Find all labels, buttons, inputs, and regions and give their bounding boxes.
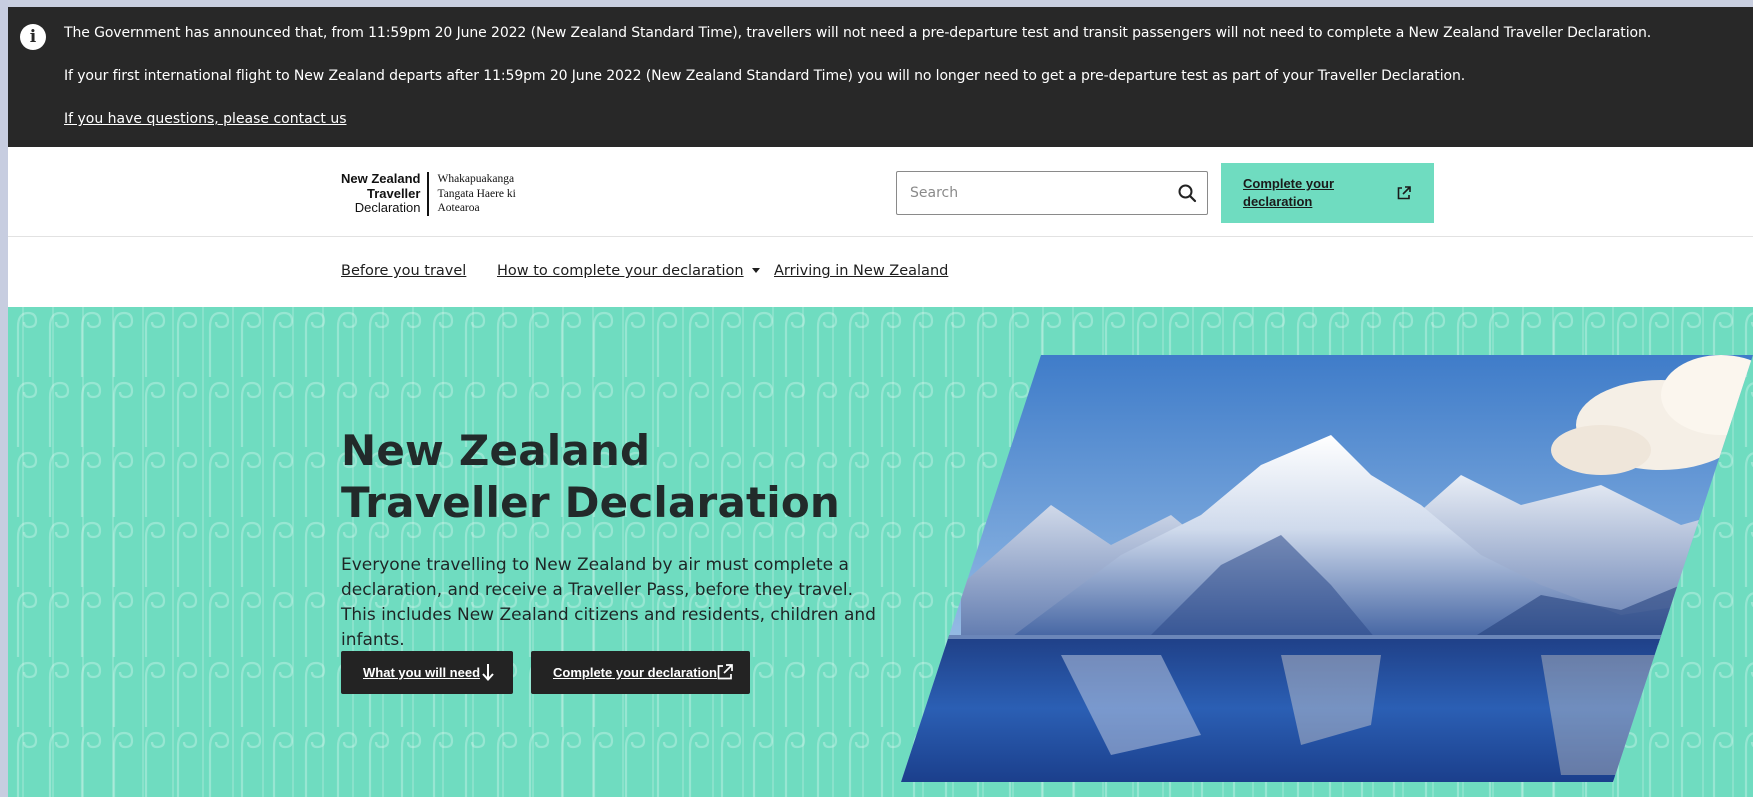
- logo-line: Traveller: [366, 185, 421, 201]
- button-label: Complete your declaration: [553, 665, 717, 680]
- what-you-will-need-button[interactable]: What you will need: [341, 651, 513, 694]
- page-title: New Zealand Traveller Declaration: [341, 426, 841, 527]
- search-icon[interactable]: [1177, 183, 1197, 203]
- arrow-down-icon: [482, 664, 494, 681]
- logo-maori: Whakapuakanga Tangata Haere ki Aotearoa: [429, 172, 515, 216]
- hero-description: Everyone travelling to New Zealand by ai…: [341, 555, 876, 650]
- alert-message: The Government has announced that, from …: [64, 25, 1652, 41]
- logo-line: Declaration: [354, 200, 421, 215]
- hero-section: New Zealand Traveller Declaration Everyo…: [8, 307, 1753, 797]
- external-link-icon: [1397, 186, 1411, 200]
- nav-item-how-to-complete[interactable]: How to complete your declaration: [497, 263, 760, 279]
- logo-line: Tangata Haere ki: [437, 187, 516, 200]
- search-input[interactable]: [897, 172, 1167, 214]
- search-box: [896, 171, 1208, 215]
- site-logo[interactable]: New Zealand Traveller Declaration Whakap…: [341, 171, 516, 216]
- alert-banner: i The Government has announced that, fro…: [8, 0, 1753, 147]
- complete-declaration-button[interactable]: Complete your declaration: [1221, 163, 1434, 223]
- logo-line: Whakapuakanga: [437, 173, 515, 185]
- contact-us-link[interactable]: If you have questions, please contact us: [64, 110, 347, 128]
- page: i The Government has announced that, fro…: [8, 0, 1753, 797]
- nav-item-label: How to complete your declaration: [497, 263, 744, 279]
- alert-message-secondary: If your first international flight to Ne…: [64, 68, 1466, 84]
- nav-item-arriving[interactable]: Arriving in New Zealand: [774, 263, 948, 279]
- logo-english: New Zealand Traveller Declaration: [341, 171, 430, 216]
- mountain-lake-photo: [901, 355, 1753, 782]
- logo-line: New Zealand: [341, 171, 421, 186]
- logo-line: Aotearoa: [437, 202, 480, 214]
- chevron-down-icon: [751, 268, 760, 273]
- nav-item-before-you-travel[interactable]: Before you travel: [341, 263, 466, 279]
- complete-declaration-hero-button[interactable]: Complete your declaration: [531, 651, 750, 694]
- external-link-icon: [717, 664, 733, 680]
- site-header: New Zealand Traveller Declaration Whakap…: [8, 147, 1753, 237]
- main-nav: Before you travel How to complete your d…: [8, 237, 1753, 307]
- complete-declaration-label: Complete your declaration: [1243, 176, 1335, 209]
- button-label: What you will need: [363, 665, 481, 680]
- info-icon: i: [20, 24, 46, 50]
